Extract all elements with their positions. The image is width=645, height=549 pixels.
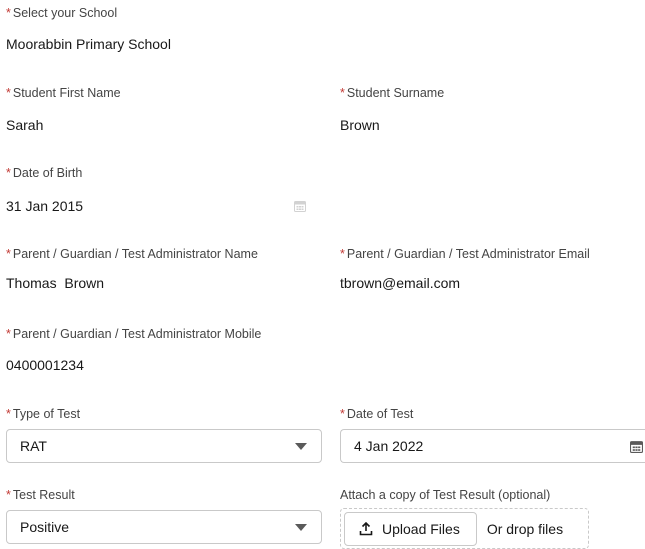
- test-date-input[interactable]: 4 Jan 2022: [340, 429, 645, 463]
- upload-files-label: Upload Files: [382, 520, 460, 537]
- surname-label: * Student Surname: [340, 86, 445, 100]
- attachment-label: Attach a copy of Test Result (optional): [340, 488, 551, 502]
- surname-value[interactable]: Brown: [340, 117, 380, 133]
- chevron-down-icon: [295, 523, 307, 531]
- test-date-label: * Date of Test: [340, 407, 414, 421]
- dob-label: * Date of Birth: [6, 166, 83, 180]
- test-result-select[interactable]: Positive: [6, 510, 322, 544]
- required-marker: *: [340, 247, 345, 261]
- school-label: * Select your School: [6, 6, 118, 20]
- required-marker: *: [340, 86, 345, 100]
- required-marker: *: [6, 86, 11, 100]
- test-result-value: Positive: [20, 519, 70, 535]
- guardian-mobile-value[interactable]: 0400001234: [6, 357, 84, 373]
- calendar-icon[interactable]: [630, 440, 643, 453]
- school-value[interactable]: Moorabbin Primary School: [6, 36, 171, 52]
- test-type-label: * Type of Test: [6, 407, 81, 421]
- required-marker: *: [6, 407, 11, 421]
- calendar-icon: [294, 201, 306, 212]
- file-drop-zone[interactable]: Upload Files Or drop files: [340, 508, 589, 549]
- guardian-email-label: * Parent / Guardian / Test Administrator …: [340, 247, 590, 261]
- chevron-down-icon: [295, 442, 307, 450]
- guardian-mobile-label: * Parent / Guardian / Test Administrator …: [6, 327, 262, 341]
- guardian-email-value[interactable]: tbrown@email.com: [340, 275, 460, 291]
- test-type-value: RAT: [20, 438, 47, 454]
- required-marker: *: [6, 166, 11, 180]
- first-name-value[interactable]: Sarah: [6, 117, 43, 133]
- required-marker: *: [340, 407, 345, 421]
- drop-files-text: Or drop files: [486, 520, 564, 537]
- test-result-label: * Test Result: [6, 488, 75, 502]
- first-name-label: * Student First Name: [6, 86, 121, 100]
- upload-icon: [359, 521, 373, 535]
- upload-files-button[interactable]: Upload Files: [344, 511, 477, 546]
- guardian-name-value[interactable]: Thomas Brown: [6, 275, 104, 291]
- required-marker: *: [6, 6, 11, 20]
- guardian-name-label: * Parent / Guardian / Test Administrator …: [6, 247, 258, 261]
- required-marker: *: [6, 247, 11, 261]
- test-type-select[interactable]: RAT: [6, 429, 322, 463]
- test-date-value: 4 Jan 2022: [354, 438, 424, 454]
- required-marker: *: [6, 488, 11, 502]
- dob-value[interactable]: 31 Jan 2015: [6, 198, 83, 214]
- required-marker: *: [6, 327, 11, 341]
